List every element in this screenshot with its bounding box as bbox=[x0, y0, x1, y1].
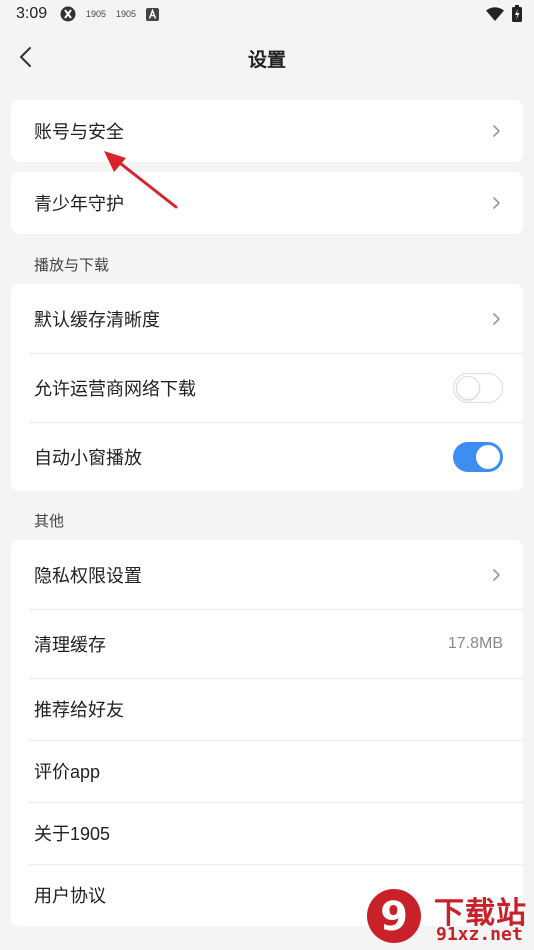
youth-card: 青少年守护 bbox=[11, 172, 523, 234]
clear-cache-label: 清理缓存 bbox=[34, 634, 106, 655]
notification-icon-1905: 1905 bbox=[86, 9, 107, 19]
youth-protection-row[interactable]: 青少年守护 bbox=[11, 172, 523, 234]
battery-icon bbox=[512, 5, 522, 22]
watermark-logo-text: 9 bbox=[380, 894, 408, 940]
nav-bar: 设置 bbox=[0, 28, 534, 88]
rate-app-row[interactable]: 评价app bbox=[11, 740, 523, 802]
youth-protection-label: 青少年守护 bbox=[34, 194, 124, 214]
wifi-icon bbox=[486, 6, 504, 21]
default-quality-label: 默认缓存清晰度 bbox=[34, 309, 160, 330]
allow-carrier-download-toggle[interactable] bbox=[453, 372, 503, 403]
status-system-icons bbox=[486, 5, 522, 22]
cache-size-value: 17.8MB bbox=[447, 634, 503, 652]
allow-carrier-download-label: 允许运营商网络下载 bbox=[34, 378, 196, 399]
privacy-settings-label: 隐私权限设置 bbox=[34, 565, 142, 586]
auto-pip-label: 自动小窗播放 bbox=[34, 447, 142, 468]
allow-carrier-download-row: 允许运营商网络下载 bbox=[11, 353, 523, 422]
about-row[interactable]: 关于1905 bbox=[11, 802, 523, 864]
recommend-friends-label: 推荐给好友 bbox=[34, 700, 124, 720]
account-security-row[interactable]: 账号与安全 bbox=[11, 100, 523, 162]
watermark-logo-icon: 9 bbox=[367, 889, 421, 943]
clear-cache-row[interactable]: 清理缓存 17.8MB bbox=[11, 609, 523, 678]
recommend-friends-row[interactable]: 推荐给好友 bbox=[11, 678, 523, 740]
playback-card: 默认缓存清晰度 允许运营商网络下载 自动小窗播放 bbox=[11, 284, 523, 491]
page-title: 设置 bbox=[247, 50, 286, 71]
chevron-right-icon bbox=[493, 568, 500, 581]
a-notification-icon bbox=[146, 7, 160, 21]
about-label: 关于1905 bbox=[34, 824, 111, 844]
app-notification-icon bbox=[60, 6, 76, 22]
other-card: 隐私权限设置 清理缓存 17.8MB 推荐给好友 评价app 关于1905 用户… bbox=[11, 540, 523, 926]
toggle-knob bbox=[476, 444, 500, 469]
watermark: 9 下载站 91xz.net bbox=[358, 884, 534, 950]
auto-pip-toggle[interactable] bbox=[453, 441, 503, 472]
chevron-right-icon bbox=[493, 312, 500, 325]
chevron-right-icon bbox=[493, 197, 500, 209]
watermark-url: 91xz.net bbox=[436, 924, 523, 945]
chevron-right-icon bbox=[493, 125, 500, 137]
status-bar: 3:09 1905 1905 bbox=[0, 0, 534, 28]
status-time: 3:09 bbox=[16, 5, 48, 22]
section-title-playback: 播放与下载 bbox=[34, 257, 110, 274]
section-title-other: 其他 bbox=[34, 513, 65, 530]
notification-icon-1905-b: 1905 bbox=[116, 9, 137, 19]
status-notification-icons: 1905 1905 bbox=[60, 6, 160, 22]
rate-app-label: 评价app bbox=[34, 762, 101, 782]
toggle-knob bbox=[456, 375, 480, 400]
auto-pip-row: 自动小窗播放 bbox=[11, 422, 523, 491]
account-security-label: 账号与安全 bbox=[34, 122, 124, 142]
privacy-settings-row[interactable]: 隐私权限设置 bbox=[11, 540, 523, 609]
account-card: 账号与安全 bbox=[11, 100, 523, 162]
default-quality-row[interactable]: 默认缓存清晰度 bbox=[11, 284, 523, 353]
